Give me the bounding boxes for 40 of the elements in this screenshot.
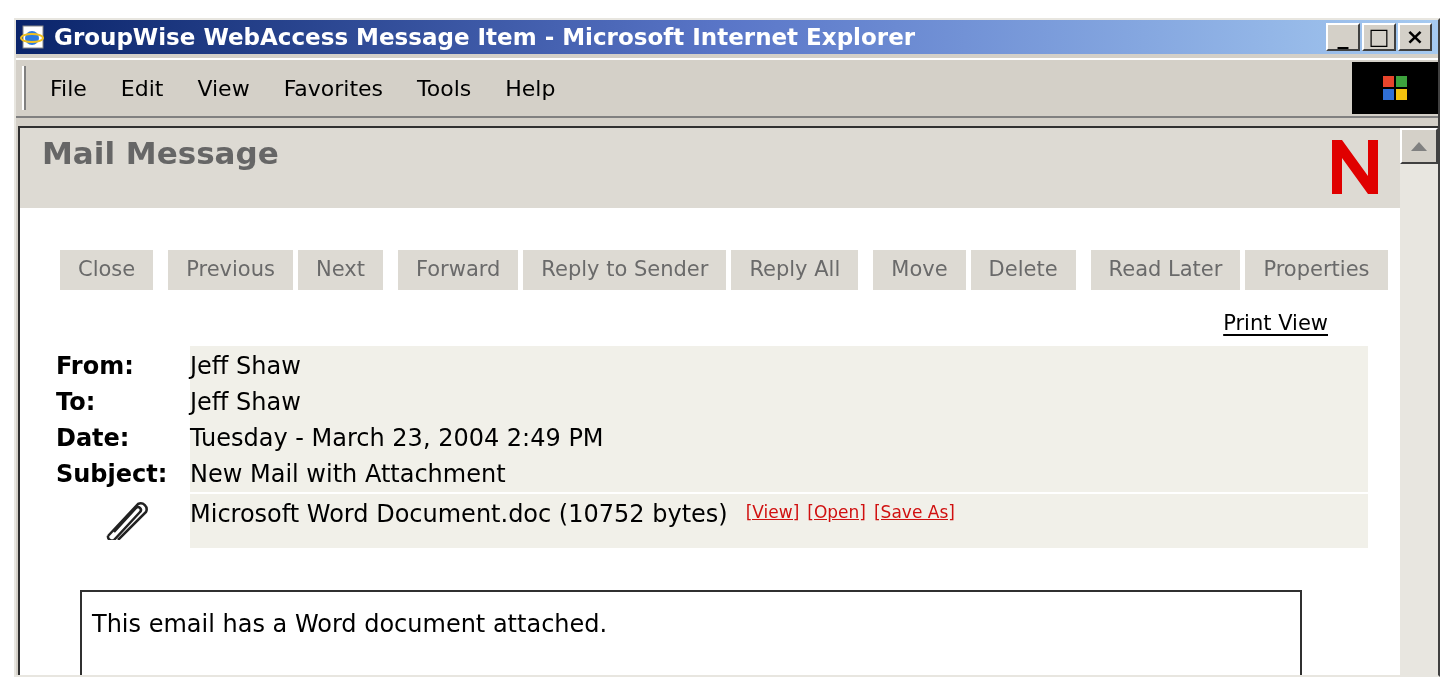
toolbar-button[interactable]: Forward bbox=[397, 250, 519, 290]
field-label: To: bbox=[56, 386, 97, 418]
field-label: Date: bbox=[56, 422, 131, 454]
toolbar-button[interactable]: Next bbox=[297, 250, 383, 290]
print-view-link[interactable]: Print View bbox=[1223, 308, 1328, 340]
toolbar-button[interactable]: Close bbox=[60, 250, 154, 290]
window-title: GroupWise WebAccess Message Item - Microsoft Internet Explorer bbox=[54, 22, 917, 52]
attachment-name: Microsoft Word Document.doc (10752 bytes) bbox=[190, 498, 728, 530]
field-value: New Mail with Attachment bbox=[190, 458, 507, 490]
window-control[interactable]: □ bbox=[1362, 23, 1396, 51]
scroll-up-button[interactable] bbox=[1400, 128, 1438, 164]
windows-logo-icon bbox=[1380, 73, 1410, 103]
toolbar-button[interactable]: Properties bbox=[1245, 250, 1388, 290]
menu-item[interactable]: Favorites bbox=[283, 71, 384, 105]
attachment-link[interactable]: [Save As] bbox=[874, 499, 955, 525]
field-value: Jeff Shaw bbox=[190, 386, 302, 418]
menu-item[interactable]: Edit bbox=[120, 71, 164, 105]
window-control[interactable]: _ bbox=[1326, 23, 1360, 51]
window-control[interactable]: × bbox=[1398, 23, 1432, 51]
menu-item[interactable]: View bbox=[197, 71, 250, 105]
toolbar-button[interactable]: Previous bbox=[168, 250, 293, 290]
toolbar-button[interactable]: Reply to Sender bbox=[523, 250, 727, 290]
up-arrow-icon bbox=[1411, 141, 1427, 151]
field-label: From: bbox=[56, 350, 135, 382]
logo-icon bbox=[1330, 138, 1380, 196]
field-value: Tuesday - March 23, 2004 2:49 PM bbox=[190, 422, 605, 454]
field-label: Subject: bbox=[56, 458, 169, 490]
attachment-link[interactable]: [View] bbox=[745, 499, 800, 525]
toolbar-button[interactable]: Read Later bbox=[1090, 250, 1241, 290]
page-title: Mail Message bbox=[42, 134, 279, 173]
browser-icon bbox=[20, 24, 46, 50]
menu-item[interactable]: Help bbox=[505, 71, 556, 105]
toolbar-button[interactable]: Reply All bbox=[731, 250, 859, 290]
menu-item[interactable]: Tools bbox=[417, 71, 472, 105]
menu-item[interactable]: File bbox=[50, 71, 87, 105]
field-value: Jeff Shaw bbox=[190, 350, 302, 382]
toolbar-button[interactable]: Delete bbox=[970, 250, 1076, 290]
message-text: This email has a Word document attached. bbox=[92, 609, 608, 638]
attachment-link[interactable]: [Open] bbox=[807, 499, 866, 525]
toolbar-button[interactable]: Move bbox=[873, 250, 966, 290]
